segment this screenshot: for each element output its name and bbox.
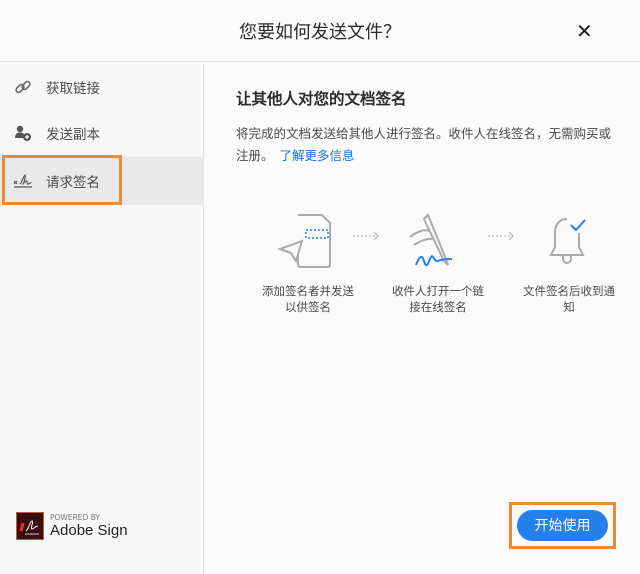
step-label: 收件人打开一个链 xyxy=(392,284,484,298)
step-label: 接在线签名 xyxy=(409,300,467,314)
close-button[interactable]: ✕ xyxy=(576,20,593,42)
description: 将完成的文档发送给其他人进行签名。收件人在线签名，无需购买或注册。 了解更多信息 xyxy=(236,123,616,167)
section-heading: 让其他人对您的文档签名 xyxy=(236,90,407,108)
sidebar-item-label: 获取链接 xyxy=(46,81,100,97)
sidebar-item-label: 发送副本 xyxy=(46,127,100,143)
dialog-title: 您要如何发送文件？ xyxy=(239,22,401,43)
sidebar-item-get-link[interactable]: 获取链接 xyxy=(0,63,204,111)
step-notification: 文件签名后收到通知 xyxy=(514,213,624,315)
dialog-header: 您要如何发送文件？ ✕ xyxy=(0,0,640,62)
learn-more-link[interactable]: 了解更多信息 xyxy=(280,148,355,163)
arrow-icon xyxy=(488,231,514,241)
step-label: 文件签名后收到通 xyxy=(523,284,615,298)
powered-by-label: POWERED BY xyxy=(50,513,101,522)
document-send-icon xyxy=(277,214,331,268)
adobe-sign-logo xyxy=(16,512,44,540)
sidebar: 获取链接 发送副本 请求签名 xyxy=(0,63,204,574)
step-add-signers: 添加签名者并发送 以供签名 xyxy=(253,213,363,315)
add-user-icon xyxy=(0,124,46,142)
bell-check-icon xyxy=(549,218,586,264)
brand-name: Adobe Sign xyxy=(50,522,128,539)
step-label: 以供签名 xyxy=(285,300,331,314)
pen-signature-icon xyxy=(409,213,453,267)
sidebar-item-send-copy[interactable]: 发送副本 xyxy=(0,109,204,157)
selection-highlight xyxy=(2,155,122,205)
step-recipient-signs: 收件人打开一个链 接在线签名 xyxy=(383,213,493,315)
button-highlight xyxy=(509,502,616,549)
link-icon xyxy=(0,78,46,96)
arrow-icon xyxy=(353,231,379,241)
main-panel: 让其他人对您的文档签名 将完成的文档发送给其他人进行签名。收件人在线签名，无需购… xyxy=(205,63,640,574)
step-label: 添加签名者并发送 xyxy=(262,284,354,298)
step-label: 知 xyxy=(563,300,575,314)
